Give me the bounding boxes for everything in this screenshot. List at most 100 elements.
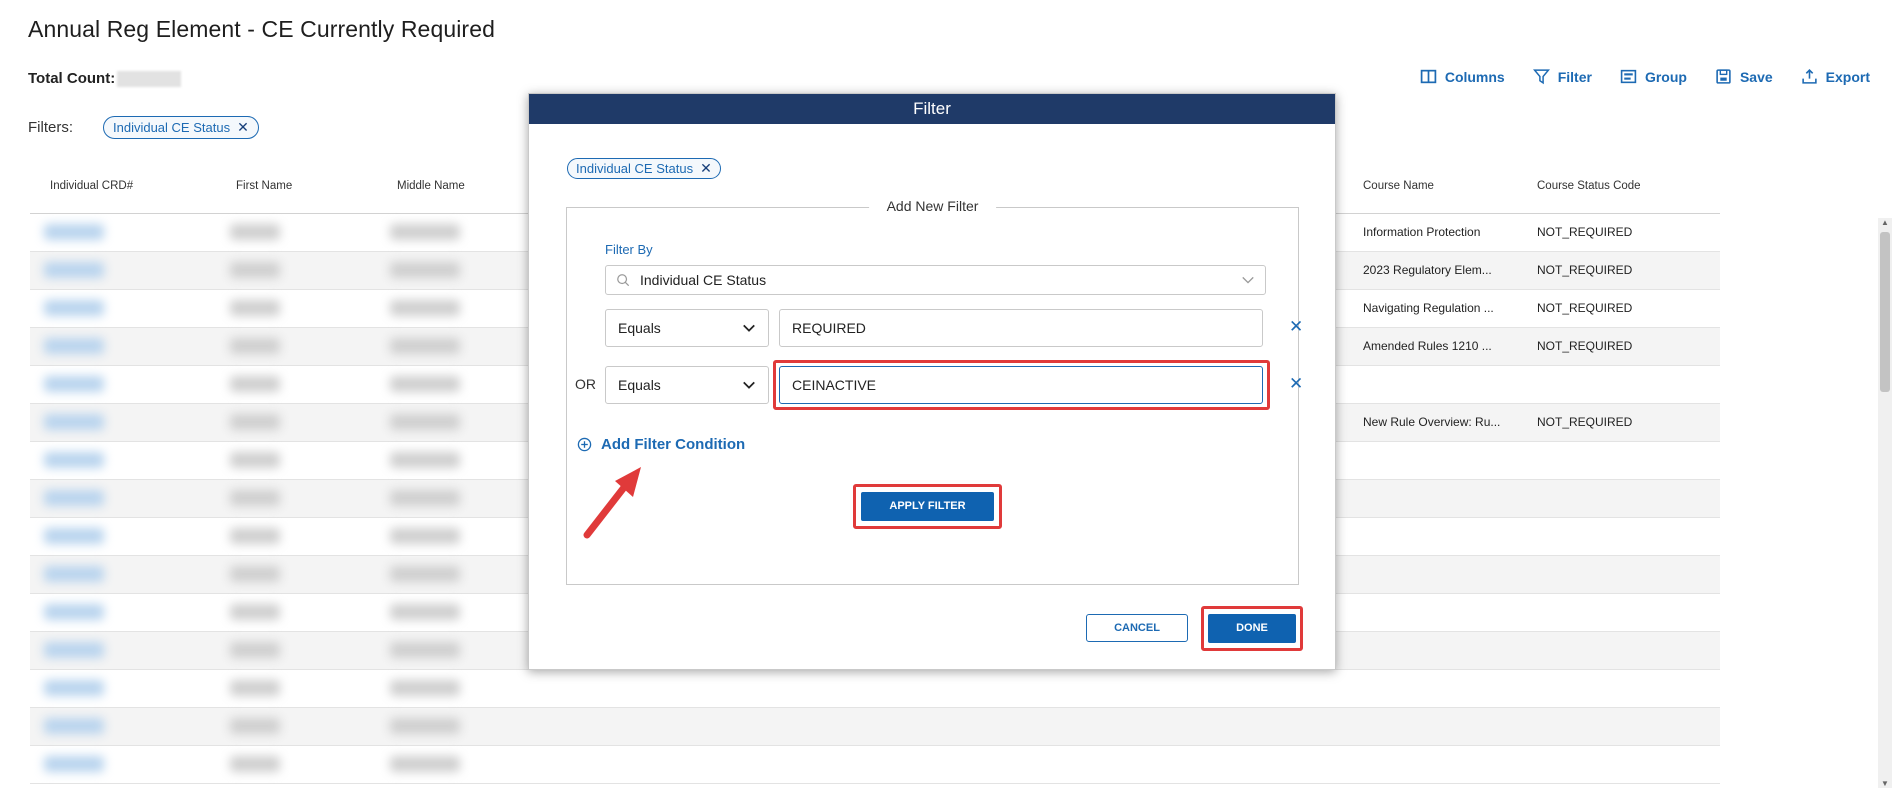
redacted-cell: [44, 452, 104, 468]
redacted-cell: [390, 490, 460, 506]
chevron-down-icon: [743, 381, 755, 389]
add-filter-condition-label: Add Filter Condition: [601, 436, 746, 453]
redacted-cell: [390, 642, 460, 658]
scroll-up-icon[interactable]: ▲: [1881, 218, 1889, 227]
course-status-cell: NOT_REQUIRED: [1537, 339, 1633, 353]
remove-condition-icon[interactable]: ✕: [1289, 374, 1303, 394]
redacted-cell: [44, 300, 104, 316]
add-filter-condition-link[interactable]: Add Filter Condition: [577, 436, 745, 453]
highlight-annotation: [773, 360, 1270, 410]
column-header-course-name[interactable]: Course Name: [1363, 180, 1434, 192]
highlight-annotation: [1201, 606, 1303, 651]
active-filter-chip[interactable]: Individual CE Status ✕: [103, 116, 259, 139]
redacted-cell: [390, 376, 460, 392]
redacted-cell: [230, 414, 280, 430]
page-title: Annual Reg Element - CE Currently Requir…: [28, 16, 495, 42]
chevron-down-icon: [743, 324, 755, 332]
dialog-filter-chip[interactable]: Individual CE Status ✕: [567, 158, 721, 179]
scroll-down-icon[interactable]: ▼: [1881, 779, 1889, 788]
redacted-cell: [390, 528, 460, 544]
redacted-cell: [230, 642, 280, 658]
table-row[interactable]: [30, 708, 1720, 746]
filter-by-select[interactable]: Individual CE Status: [605, 265, 1266, 295]
close-icon[interactable]: ✕: [700, 160, 712, 177]
column-header-course-status[interactable]: Course Status Code: [1537, 180, 1641, 192]
table-row[interactable]: [30, 746, 1720, 784]
arrow-annotation-icon: [583, 467, 641, 539]
cancel-button[interactable]: CANCEL: [1086, 614, 1188, 642]
remove-condition-icon[interactable]: ✕: [1289, 317, 1303, 337]
redacted-cell: [230, 300, 280, 316]
total-count-label: Total Count:: [28, 70, 116, 87]
column-header-crd[interactable]: Individual CRD#: [50, 180, 133, 192]
columns-button-label: Columns: [1444, 68, 1505, 85]
redacted-cell: [230, 262, 280, 278]
column-header-middle-name[interactable]: Middle Name: [397, 180, 465, 192]
course-name-cell: Amended Rules 1210 ...: [1363, 339, 1492, 353]
redacted-cell: [230, 680, 280, 696]
course-name-cell: New Rule Overview: Ru...: [1363, 415, 1501, 429]
save-button-label: Save: [1739, 68, 1773, 85]
filters-row: Filters: Individual CE Status ✕: [28, 116, 259, 139]
redacted-cell: [390, 718, 460, 734]
filter-button-label: Filter: [1557, 68, 1592, 85]
condition-value-input[interactable]: [779, 309, 1263, 347]
filter-icon: [1532, 69, 1550, 85]
redacted-cell: [230, 756, 280, 772]
redacted-cell: [230, 452, 280, 468]
dialog-title: Filter: [529, 94, 1335, 124]
redacted-cell: [390, 262, 460, 278]
highlight-annotation: [853, 484, 1002, 529]
filter-condition-1: Equals ✕: [575, 309, 1303, 347]
add-new-filter-section: Add New Filter Filter By Individual CE S…: [566, 198, 1303, 585]
course-status-cell: NOT_REQUIRED: [1537, 415, 1633, 429]
column-header-first-name[interactable]: First Name: [236, 180, 292, 192]
save-button[interactable]: Save: [1715, 68, 1773, 85]
redacted-cell: [390, 756, 460, 772]
redacted-cell: [390, 680, 460, 696]
group-button-label: Group: [1644, 68, 1687, 85]
scrollbar-thumb[interactable]: [1880, 232, 1890, 392]
redacted-cell: [230, 490, 280, 506]
chevron-down-icon: [1242, 276, 1254, 284]
close-icon[interactable]: ✕: [237, 119, 249, 136]
export-button[interactable]: Export: [1801, 68, 1870, 85]
table-row[interactable]: [30, 670, 1720, 708]
redacted-cell: [44, 262, 104, 278]
redacted-cell: [230, 566, 280, 582]
redacted-cell: [390, 338, 460, 354]
plus-circle-icon: [577, 437, 592, 452]
redacted-cell: [390, 300, 460, 316]
vertical-scrollbar[interactable]: ▲ ▼: [1878, 218, 1892, 788]
columns-button[interactable]: Columns: [1420, 68, 1505, 85]
course-status-cell: NOT_REQUIRED: [1537, 263, 1633, 277]
operator-select[interactable]: Equals: [605, 366, 769, 404]
redacted-cell: [230, 224, 280, 240]
redacted-cell: [44, 490, 104, 506]
filter-button[interactable]: Filter: [1532, 68, 1592, 85]
redacted-cell: [44, 718, 104, 734]
redacted-cell: [230, 376, 280, 392]
dialog-filter-chip-label: Individual CE Status: [576, 161, 694, 176]
redacted-cell: [390, 566, 460, 582]
redacted-cell: [44, 224, 104, 240]
total-count-value-redacted: [117, 70, 182, 87]
operator-select[interactable]: Equals: [605, 309, 769, 347]
redacted-cell: [390, 452, 460, 468]
redacted-cell: [44, 528, 104, 544]
course-status-cell: NOT_REQUIRED: [1537, 301, 1633, 315]
group-icon: [1620, 69, 1637, 84]
export-icon: [1801, 68, 1817, 84]
columns-icon: [1420, 69, 1437, 84]
condition-connector: OR: [575, 376, 596, 392]
filters-label: Filters:: [28, 119, 73, 136]
redacted-cell: [230, 718, 280, 734]
redacted-cell: [44, 642, 104, 658]
active-filter-chip-label: Individual CE Status: [113, 120, 231, 135]
redacted-cell: [44, 376, 104, 392]
total-count: Total Count:: [28, 70, 182, 87]
group-button[interactable]: Group: [1620, 68, 1687, 85]
operator-value: Equals: [618, 320, 661, 336]
course-name-cell: 2023 Regulatory Elem...: [1363, 263, 1492, 277]
course-name-cell: Navigating Regulation ...: [1363, 301, 1494, 315]
